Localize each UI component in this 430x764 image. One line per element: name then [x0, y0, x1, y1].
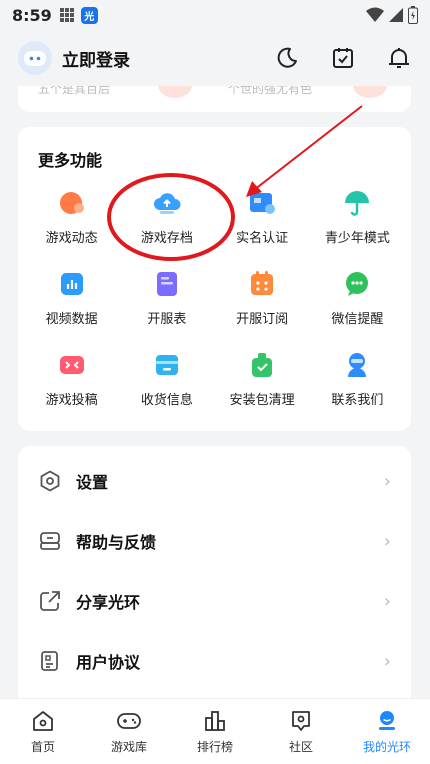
game-submit-icon: [56, 349, 88, 381]
chevron-right-icon: ›: [383, 590, 391, 612]
game-news-icon: [56, 187, 88, 219]
function-contact-us[interactable]: 联系我们: [310, 349, 405, 408]
more-functions-grid: 游戏动态 游戏存档 实名认证 青少年模式 视频数据 开服表 开服订阅 微信提醒 …: [24, 187, 405, 408]
menu-label: 帮助与反馈: [76, 533, 157, 552]
login-link[interactable]: 立即登录: [62, 46, 130, 71]
wechat-icon: [341, 268, 373, 300]
function-label: 青少年模式: [324, 231, 390, 246]
function-label: 游戏动态: [45, 231, 98, 246]
settings-icon: [38, 469, 62, 493]
menu-item-settings[interactable]: 设置 ›: [18, 451, 411, 511]
tab-label: 我的光环: [362, 740, 411, 754]
delivery-icon: [151, 349, 183, 381]
tab-label: 游戏库: [110, 740, 147, 754]
function-label: 微信提醒: [331, 312, 384, 327]
header: 立即登录: [0, 30, 430, 86]
function-label: 开服订阅: [236, 312, 289, 327]
function-delivery-info[interactable]: 收货信息: [119, 349, 214, 408]
faded-badge-left: [158, 86, 192, 98]
bottom-tab-bar: 首页 游戏库 排行榜 社区 我的光环: [0, 698, 430, 764]
function-video-data[interactable]: 视频数据: [24, 268, 119, 327]
status-bar: 8:59 光: [0, 0, 430, 30]
calendar-check-icon[interactable]: [330, 45, 356, 71]
menu-label: 分享光环: [76, 593, 141, 612]
function-game-submit[interactable]: 游戏投稿: [24, 349, 119, 408]
avatar[interactable]: [18, 41, 52, 75]
tab-label: 首页: [30, 740, 55, 754]
function-label: 游戏投稿: [45, 393, 98, 408]
tab-home[interactable]: 首页: [3, 708, 83, 755]
server-list-icon: [151, 268, 183, 300]
function-cloud-save[interactable]: 游戏存档: [119, 187, 214, 246]
function-server-list[interactable]: 开服表: [119, 268, 214, 327]
share-icon: [38, 589, 62, 613]
gamepad-icon: [116, 708, 142, 734]
robot-avatar-icon: [24, 51, 46, 66]
menu-item-share[interactable]: 分享光环 ›: [18, 571, 411, 631]
moon-icon[interactable]: [274, 45, 300, 71]
id-verify-icon: [246, 187, 278, 219]
contact-icon: [341, 349, 373, 381]
signal-icon: [389, 8, 403, 22]
tab-ranking[interactable]: 排行榜: [175, 708, 255, 755]
function-subscribe[interactable]: 开服订阅: [215, 268, 310, 327]
chevron-right-icon: ›: [383, 650, 391, 672]
tab-game-library[interactable]: 游戏库: [89, 708, 169, 755]
function-label: 联系我们: [331, 393, 384, 408]
function-id-verify[interactable]: 实名认证: [215, 187, 310, 246]
function-label: 视频数据: [45, 312, 98, 327]
faded-text-left: 五个是其百后: [38, 86, 111, 96]
menu-label: 用户协议: [76, 653, 141, 672]
battery-icon: [408, 6, 418, 24]
function-game-news[interactable]: 游戏动态: [24, 187, 119, 246]
profile-icon: [374, 708, 400, 734]
more-functions-title: 更多功能: [38, 151, 103, 170]
chevron-right-icon: ›: [383, 530, 391, 552]
home-icon: [30, 708, 56, 734]
cleaner-icon: [246, 349, 278, 381]
function-teen-mode[interactable]: 青少年模式: [310, 187, 405, 246]
status-time: 8:59: [12, 5, 52, 25]
agreement-icon: [38, 649, 62, 673]
subscribe-icon: [246, 268, 278, 300]
function-package-cleaner[interactable]: 安装包清理: [215, 349, 310, 408]
tab-my-halo[interactable]: 我的光环: [347, 708, 427, 755]
faded-text-right: 个世的强尤有色: [228, 86, 313, 96]
tab-label: 社区: [288, 740, 313, 754]
bell-icon[interactable]: [386, 45, 412, 71]
function-label: 实名认证: [236, 231, 289, 246]
help-icon: [38, 529, 62, 553]
function-label: 安装包清理: [229, 393, 295, 408]
more-functions-card: 更多功能 游戏动态 游戏存档 实名认证 青少年模式 视频数据 开服表 开服订阅 …: [18, 127, 411, 431]
function-label: 收货信息: [140, 393, 193, 408]
faded-badge-right: [353, 86, 387, 98]
function-label: 开服表: [147, 312, 187, 327]
app-notification-icon: 光: [80, 6, 98, 24]
video-data-icon: [56, 268, 88, 300]
menu-item-help-feedback[interactable]: 帮助与反馈 ›: [18, 511, 411, 571]
wifi-icon: [366, 7, 384, 22]
cloud-save-icon: [151, 187, 183, 219]
header-actions: [274, 45, 412, 71]
settings-menu-card: 设置 › 帮助与反馈 › 分享光环 › 用户协议 ›: [18, 446, 411, 702]
assets-card-tail: 五个是其百后 个世的强尤有色: [18, 86, 411, 112]
function-label: 游戏存档: [140, 231, 193, 246]
tab-community[interactable]: 社区: [261, 708, 341, 755]
function-wechat-reminder[interactable]: 微信提醒: [310, 268, 405, 327]
tab-label: 排行榜: [196, 740, 233, 754]
umbrella-icon: [341, 187, 373, 219]
chevron-right-icon: ›: [383, 470, 391, 492]
menu-label: 设置: [76, 473, 109, 492]
community-icon: [288, 708, 314, 734]
menu-item-user-agreement[interactable]: 用户协议 ›: [18, 631, 411, 691]
status-indicators: [366, 6, 418, 24]
grid-notification-icon: [59, 7, 75, 23]
ranking-icon: [202, 708, 228, 734]
